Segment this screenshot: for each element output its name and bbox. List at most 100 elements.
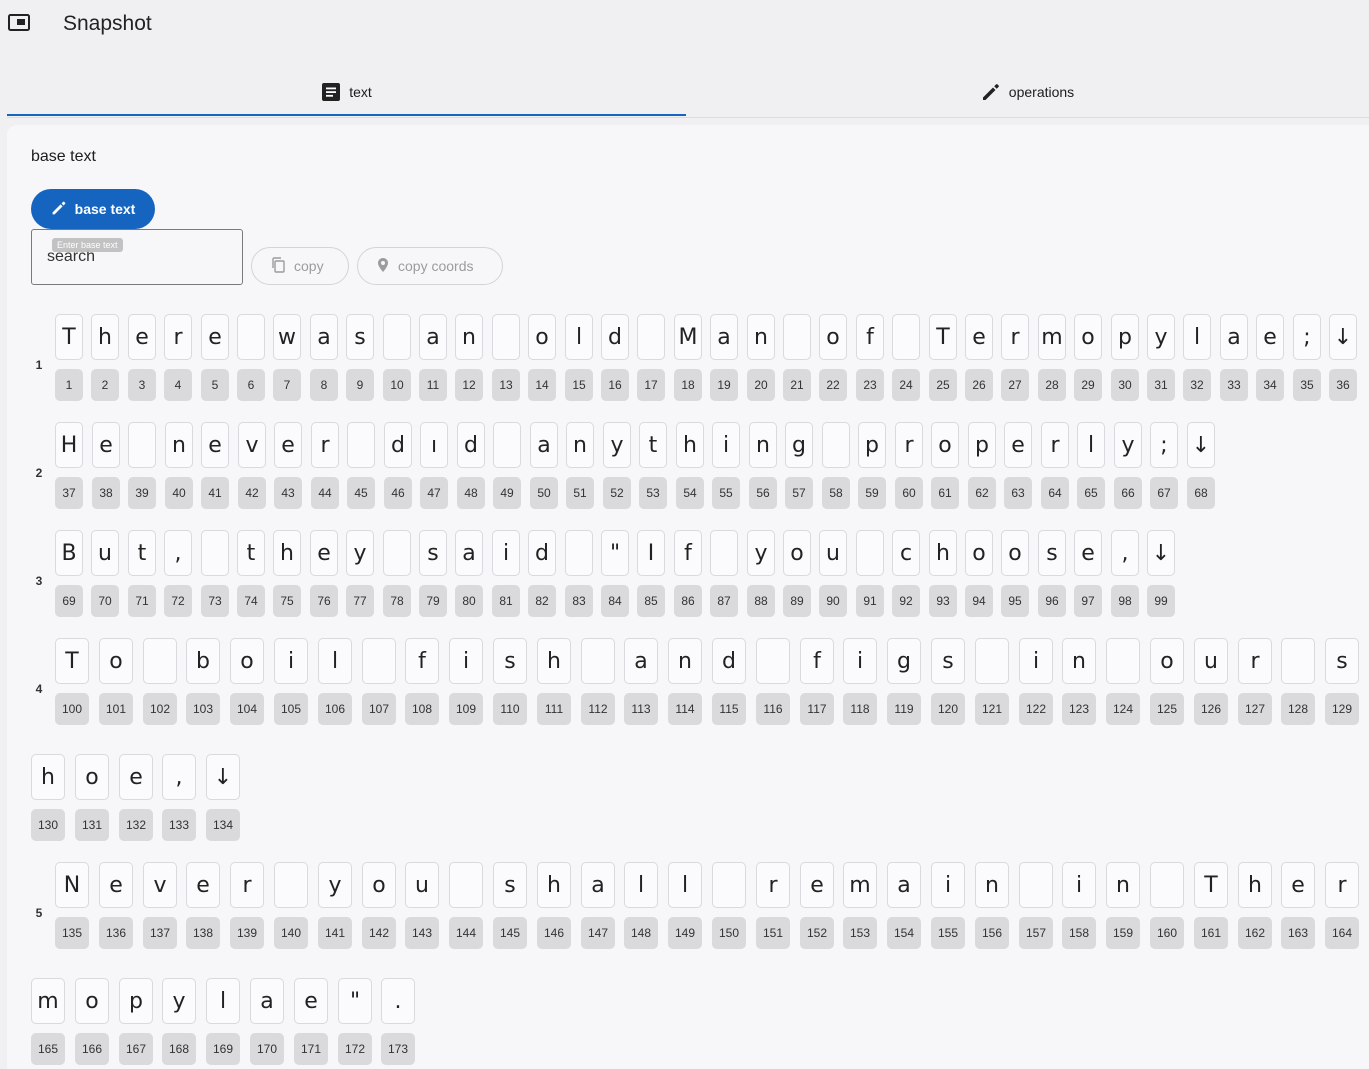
char-tile[interactable]: t: [237, 530, 265, 576]
char-tile[interactable]: o: [1074, 314, 1102, 360]
char-tile[interactable]: p: [968, 422, 996, 468]
char-tile[interactable]: e: [128, 314, 156, 360]
char-tile[interactable]: t: [128, 530, 156, 576]
char-tile[interactable]: n: [975, 862, 1009, 908]
char-tile[interactable]: n: [749, 422, 777, 468]
char-tile[interactable]: l: [668, 862, 702, 908]
char-tile[interactable]: n: [747, 314, 775, 360]
char-tile[interactable]: n: [668, 638, 702, 684]
char-tile[interactable]: [1019, 862, 1053, 908]
char-tile[interactable]: [383, 530, 411, 576]
char-tile[interactable]: l: [624, 862, 658, 908]
char-tile[interactable]: [710, 530, 738, 576]
char-tile[interactable]: n: [455, 314, 483, 360]
char-tile[interactable]: a: [419, 314, 447, 360]
char-tile[interactable]: u: [91, 530, 119, 576]
char-tile[interactable]: M: [674, 314, 702, 360]
char-tile[interactable]: u: [1194, 638, 1228, 684]
char-tile[interactable]: y: [1147, 314, 1175, 360]
char-tile[interactable]: a: [887, 862, 921, 908]
char-tile[interactable]: ,: [164, 530, 192, 576]
char-tile[interactable]: e: [201, 314, 229, 360]
char-tile[interactable]: a: [710, 314, 738, 360]
char-tile[interactable]: d: [528, 530, 556, 576]
char-tile[interactable]: e: [965, 314, 993, 360]
char-tile[interactable]: [1281, 638, 1315, 684]
char-tile[interactable]: [347, 422, 375, 468]
char-tile[interactable]: a: [250, 978, 284, 1024]
char-tile[interactable]: s: [493, 638, 527, 684]
char-tile[interactable]: [143, 638, 177, 684]
char-tile[interactable]: i: [449, 638, 483, 684]
char-tile[interactable]: r: [1001, 314, 1029, 360]
char-tile[interactable]: m: [31, 978, 65, 1024]
char-tile[interactable]: m: [1038, 314, 1066, 360]
char-tile[interactable]: t: [639, 422, 667, 468]
char-tile[interactable]: g: [785, 422, 813, 468]
char-tile[interactable]: e: [310, 530, 338, 576]
char-tile[interactable]: [637, 314, 665, 360]
char-tile[interactable]: o: [528, 314, 556, 360]
char-tile[interactable]: e: [92, 422, 120, 468]
char-tile[interactable]: y: [162, 978, 196, 1024]
char-tile[interactable]: [449, 862, 483, 908]
char-tile[interactable]: r: [1325, 862, 1359, 908]
char-tile[interactable]: [1150, 862, 1184, 908]
char-tile[interactable]: o: [230, 638, 264, 684]
char-tile[interactable]: o: [1001, 530, 1029, 576]
char-tile[interactable]: r: [311, 422, 339, 468]
char-tile[interactable]: o: [362, 862, 396, 908]
char-tile[interactable]: o: [1150, 638, 1184, 684]
char-tile[interactable]: r: [164, 314, 192, 360]
char-tile[interactable]: s: [931, 638, 965, 684]
char-tile[interactable]: w: [273, 314, 301, 360]
char-tile[interactable]: a: [1220, 314, 1248, 360]
char-tile[interactable]: [783, 314, 811, 360]
char-tile[interactable]: c: [892, 530, 920, 576]
char-tile[interactable]: n: [1106, 862, 1140, 908]
char-tile[interactable]: [756, 638, 790, 684]
char-tile[interactable]: l: [1183, 314, 1211, 360]
char-tile[interactable]: o: [75, 978, 109, 1024]
char-tile[interactable]: .: [381, 978, 415, 1024]
char-tile[interactable]: i: [492, 530, 520, 576]
char-tile[interactable]: [712, 862, 746, 908]
char-tile[interactable]: f: [856, 314, 884, 360]
char-tile[interactable]: h: [31, 754, 65, 800]
char-tile[interactable]: ı: [420, 422, 448, 468]
char-tile[interactable]: e: [294, 978, 328, 1024]
char-tile[interactable]: I: [637, 530, 665, 576]
char-tile[interactable]: h: [929, 530, 957, 576]
char-tile[interactable]: T: [1194, 862, 1228, 908]
char-tile[interactable]: d: [384, 422, 412, 468]
char-tile[interactable]: o: [819, 314, 847, 360]
char-tile[interactable]: s: [493, 862, 527, 908]
char-tile[interactable]: N: [55, 862, 89, 908]
search-input[interactable]: search Enter base text: [31, 229, 243, 285]
char-tile[interactable]: p: [858, 422, 886, 468]
char-tile[interactable]: a: [530, 422, 558, 468]
char-tile[interactable]: [581, 638, 615, 684]
char-tile[interactable]: [1106, 638, 1140, 684]
char-tile[interactable]: a: [581, 862, 615, 908]
char-tile[interactable]: [237, 314, 265, 360]
char-tile[interactable]: u: [405, 862, 439, 908]
char-tile[interactable]: h: [1238, 862, 1272, 908]
char-tile[interactable]: ↓: [1187, 422, 1215, 468]
char-tile[interactable]: n: [566, 422, 594, 468]
char-tile[interactable]: i: [274, 638, 308, 684]
char-tile[interactable]: ;: [1293, 314, 1321, 360]
char-tile[interactable]: e: [274, 422, 302, 468]
char-tile[interactable]: [362, 638, 396, 684]
char-tile[interactable]: a: [624, 638, 658, 684]
char-tile[interactable]: p: [1111, 314, 1139, 360]
char-tile[interactable]: b: [186, 638, 220, 684]
char-tile[interactable]: n: [165, 422, 193, 468]
char-tile[interactable]: ↓: [206, 754, 240, 800]
char-tile[interactable]: s: [419, 530, 447, 576]
char-tile[interactable]: a: [455, 530, 483, 576]
char-tile[interactable]: f: [405, 638, 439, 684]
char-tile[interactable]: ,: [162, 754, 196, 800]
char-tile[interactable]: [856, 530, 884, 576]
char-tile[interactable]: ,: [1111, 530, 1139, 576]
